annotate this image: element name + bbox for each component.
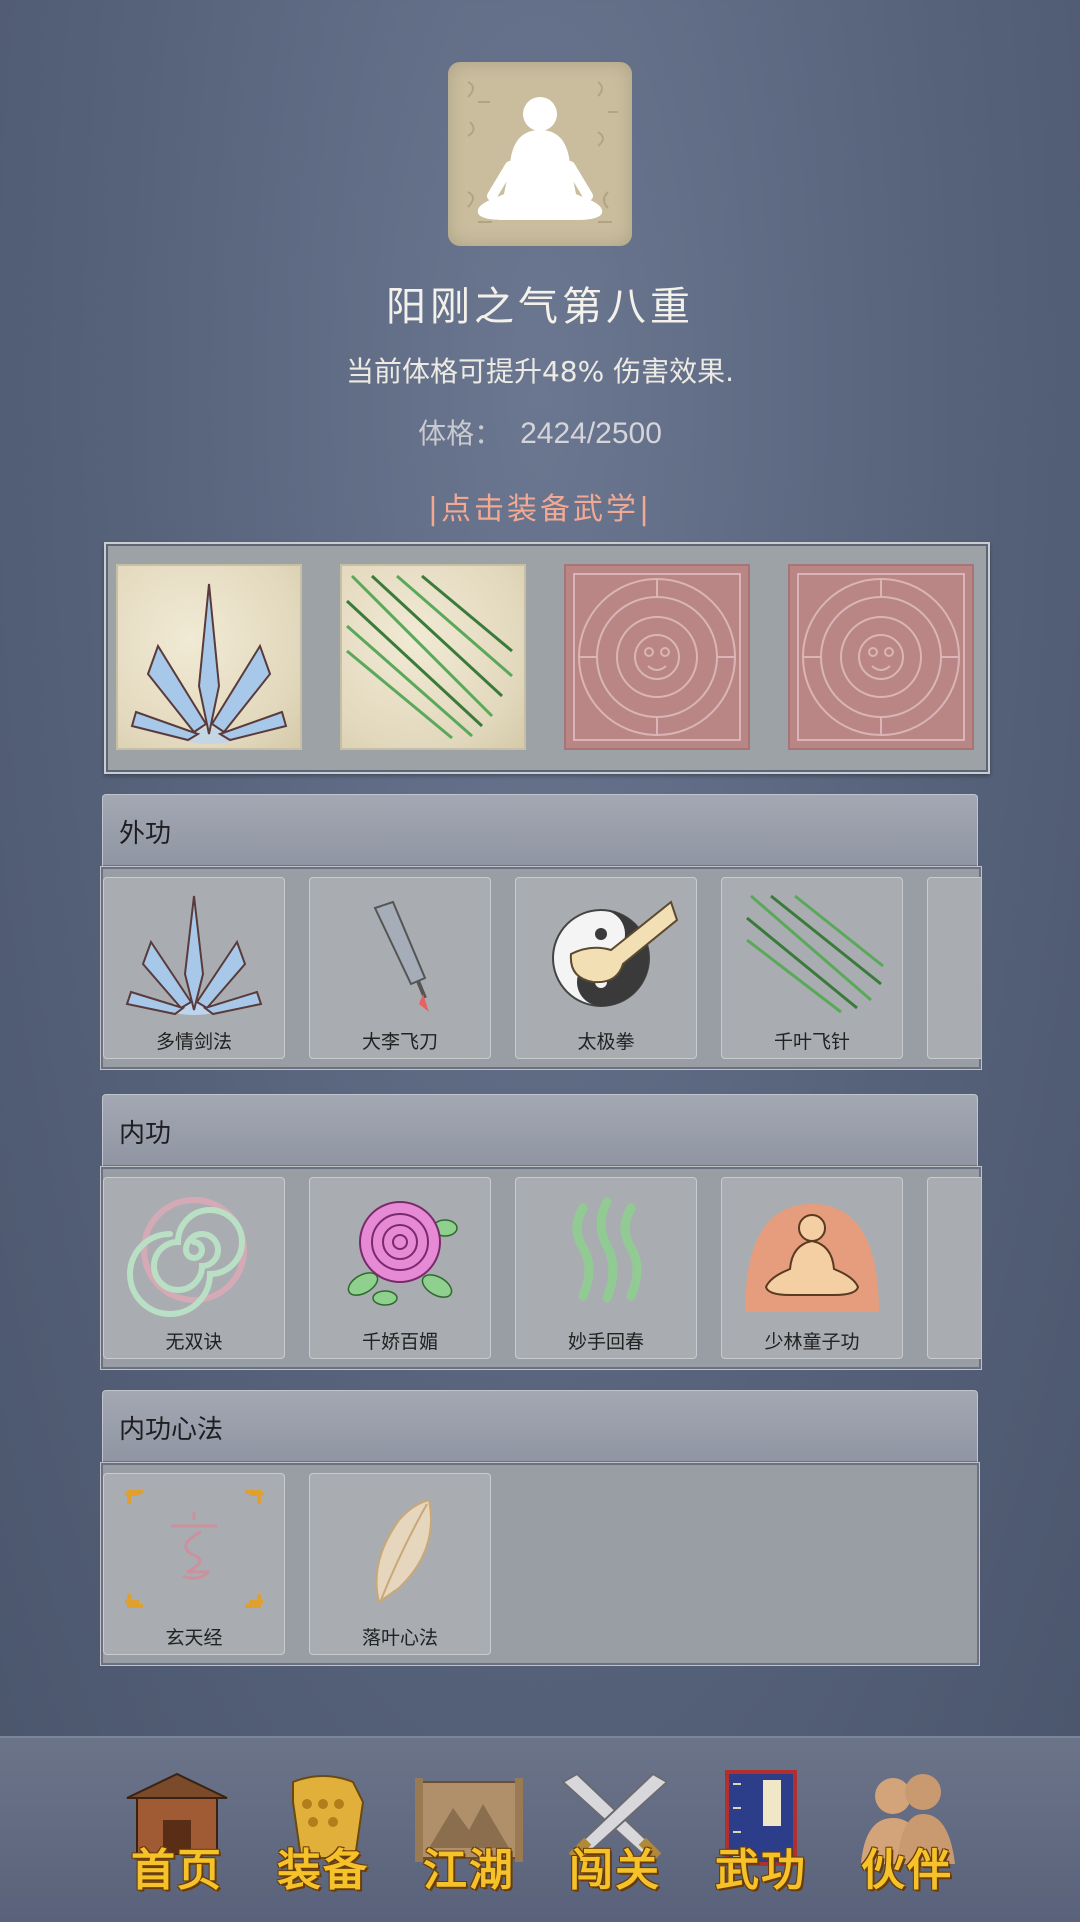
partial-skill-icon — [943, 888, 982, 1018]
nav-label: 武功 — [715, 1845, 807, 1896]
nav-home[interactable]: 首页 — [112, 1768, 242, 1898]
physique-stat: 体格： 2424/2500 — [0, 412, 1080, 452]
skill-label: 太极拳 — [577, 1031, 635, 1053]
skill-card-partial[interactable] — [927, 877, 982, 1059]
skill-card[interactable]: 少林童子功 — [721, 1177, 903, 1359]
mental-method-row[interactable]: 玄天经 落叶心法 — [100, 1462, 980, 1666]
skill-label: 多情剑法 — [155, 1031, 232, 1053]
physique-value: 2424/2500 — [520, 417, 662, 450]
nav-equipment[interactable]: 装备 — [258, 1768, 388, 1898]
skill-card[interactable]: 玄天经 — [103, 1473, 285, 1655]
section-title: 外功 — [119, 819, 172, 849]
physique-label: 体格： — [418, 417, 503, 450]
equipped-slot-2[interactable] — [340, 564, 526, 750]
nav-label: 江湖 — [423, 1845, 515, 1896]
skill-label: 妙手回春 — [567, 1331, 644, 1353]
nav-jianghu[interactable]: 江湖 — [404, 1768, 534, 1898]
equipped-slot-1[interactable] — [116, 564, 302, 750]
skill-card[interactable]: 无双诀 — [103, 1177, 285, 1359]
skill-card[interactable]: 太极拳 — [515, 877, 697, 1059]
healing-waves-icon — [572, 1197, 642, 1303]
sword-fan-icon — [130, 583, 288, 744]
skill-card[interactable]: 妙手回春 — [515, 1177, 697, 1359]
flying-needles-icon — [345, 574, 513, 740]
internal-skills-header: 内功 — [102, 1094, 978, 1167]
meditation-avatar — [448, 62, 632, 246]
effect-description: 当前体格可提升48% 伤害效果. — [345, 355, 735, 388]
equipped-slot-4-empty[interactable] — [788, 564, 974, 750]
spiral-icon — [127, 1197, 247, 1317]
flying-knife-icon — [373, 900, 429, 1012]
empty-slot-seal-icon — [797, 573, 965, 741]
skill-card-partial[interactable] — [927, 1177, 981, 1359]
skill-label: 无双诀 — [165, 1331, 223, 1353]
skill-label: 落叶心法 — [361, 1627, 438, 1649]
rose-icon — [347, 1201, 458, 1306]
section-title: 内功心法 — [119, 1415, 224, 1445]
equipped-slot-3-empty[interactable] — [564, 564, 750, 750]
internal-skills-row[interactable]: 无双诀 千娇百媚 妙手回春 少林童子功 — [100, 1166, 982, 1370]
realm-title: 阳刚之气第八重 — [386, 284, 694, 330]
nav-companions[interactable]: 伙伴 — [842, 1768, 972, 1898]
taiji-fist-icon — [552, 900, 679, 1007]
meditating-monk-icon — [745, 1204, 879, 1312]
leaf-icon — [375, 1498, 432, 1604]
nav-label: 闯关 — [569, 1845, 661, 1896]
skill-card[interactable]: 落叶心法 — [309, 1473, 491, 1655]
skill-card[interactable]: 大李飞刀 — [309, 877, 491, 1059]
flying-needles-icon — [746, 894, 884, 1014]
skill-label: 千娇百媚 — [361, 1331, 438, 1353]
meditating-figure-icon — [477, 97, 603, 220]
empty-slot-seal-icon — [573, 573, 741, 741]
nav-martial-arts[interactable]: 武功 — [696, 1768, 826, 1898]
nav-label: 装备 — [277, 1845, 369, 1896]
nav-label: 伙伴 — [861, 1845, 953, 1896]
mental-method-header: 内功心法 — [102, 1390, 978, 1463]
skill-card[interactable]: 千叶飞针 — [721, 877, 903, 1059]
xuan-glyph-icon — [125, 1490, 263, 1608]
skill-label: 玄天经 — [165, 1627, 223, 1649]
skill-label: 大李飞刀 — [361, 1031, 438, 1053]
external-skills-header: 外功 — [102, 794, 978, 867]
external-skills-row[interactable]: 多情剑法 大李飞刀 太极拳 千叶飞针 — [100, 866, 982, 1070]
skill-label: 千叶飞针 — [773, 1031, 850, 1053]
skill-label: 少林童子功 — [764, 1331, 860, 1353]
equipped-skills-panel — [104, 542, 990, 774]
equip-martial-arts-link[interactable]: |点击装备武学| — [0, 484, 1080, 528]
sword-fan-icon — [125, 895, 263, 1016]
skill-card[interactable]: 多情剑法 — [103, 877, 285, 1059]
skill-card[interactable]: 千娇百媚 — [309, 1177, 491, 1359]
nav-label: 首页 — [131, 1845, 223, 1896]
section-title: 内功 — [119, 1119, 172, 1149]
nav-challenge[interactable]: 闯关 — [550, 1768, 680, 1898]
bottom-nav: 首页 装备 江湖 闯关 武功 伙伴 — [0, 1736, 1080, 1922]
